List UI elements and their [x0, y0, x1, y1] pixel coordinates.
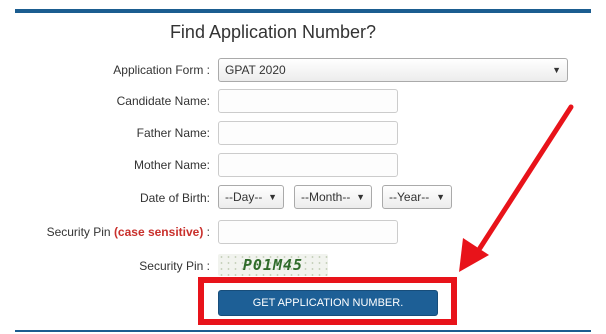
bottom-divider: [15, 330, 591, 332]
arrow-shaft: [477, 104, 574, 251]
red-arrow-icon: [459, 104, 574, 272]
